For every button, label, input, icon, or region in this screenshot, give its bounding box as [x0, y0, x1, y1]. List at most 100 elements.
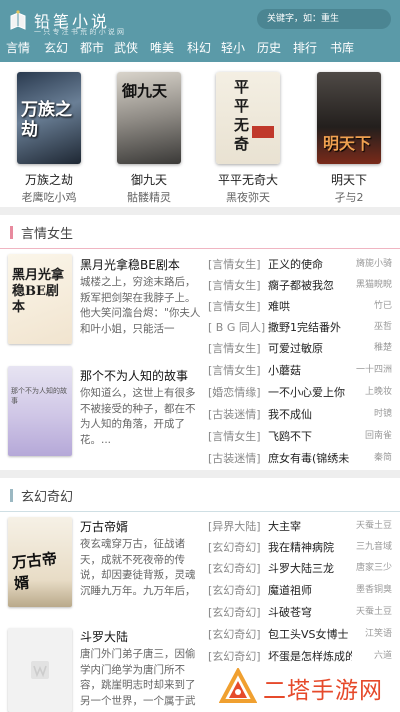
nav-item-urban[interactable]: 都市 — [80, 38, 104, 58]
list-item-tag: [古装迷情] — [208, 408, 261, 421]
list-item[interactable]: [玄幻奇幻] 包工头VS女博士 江笑语 — [208, 625, 394, 644]
cover-title: 那个不为人知的故事 — [11, 387, 67, 405]
book-title: 平平无奇大 — [217, 173, 278, 187]
book-title: 黑月光拿稳BE剧本 — [80, 258, 180, 272]
list-item-tag: [婚恋情缘] — [208, 386, 261, 399]
list-item-title: 正义的使命 — [268, 258, 323, 271]
nav-item-ranking[interactable]: 排行 — [293, 38, 317, 58]
list-item[interactable]: [玄幻奇幻] 魔道祖师 墨香铜臭 — [208, 581, 394, 600]
list-item-author: 巫哲 — [373, 322, 392, 332]
list-item-title: 一不小心爱上你 — [268, 386, 345, 399]
list-item-title: 难哄 — [268, 300, 290, 313]
cover-title: 万族之劫 — [21, 100, 72, 140]
book-title: 斗罗大陆 — [80, 630, 129, 644]
list-item[interactable]: [异界大陆] 大主宰 天蚕土豆 — [208, 517, 394, 536]
logo-subtitle: 一 只 专 注 书 荒 的 小 说 网 — [34, 28, 125, 36]
list-item-title: 包工头VS女博士 — [268, 628, 349, 641]
section-header-fantasy[interactable]: 玄幻奇幻 — [0, 478, 400, 512]
site-logo[interactable]: 铅笔小说 一 只 专 注 书 荒 的 小 说 网 — [8, 6, 128, 36]
list-item[interactable]: [言情女生] 正义的使命 旖旎小骑 — [208, 255, 394, 274]
list-item-author: 江笑语 — [364, 629, 392, 639]
book-placeholder-icon — [31, 661, 49, 679]
list-item[interactable]: [玄幻奇幻] 斗罗大陆三龙 唐家三少 — [208, 559, 394, 578]
book-title: 御九天 — [130, 173, 167, 187]
list-item-author: 天蚕土豆 — [355, 607, 392, 617]
book-description: 你知道么，这世上有很多不被接受的种子，都在不为人知的角落，开成了花。... — [80, 387, 196, 446]
book-cover-placeholder — [8, 628, 72, 712]
nav-item-library[interactable]: 书库 — [330, 38, 354, 58]
book-cover: 黑月光拿稳BE剧本 — [8, 254, 72, 344]
list-item-title: 我不成仙 — [268, 408, 312, 421]
book-cover: 明天下 — [317, 72, 381, 164]
cover-title: 黑月光拿稳BE剧本 — [12, 268, 65, 315]
list-item-title: 飞鸥不下 — [268, 430, 312, 443]
list-item-tag: [言情女生] — [208, 342, 261, 355]
list-item[interactable]: [言情女生] 小蘑菇 一十四洲 — [208, 361, 394, 380]
category-nav: 言情 玄幻 都市 武侠 唯美 科幻 轻小 历史 排行 书库 — [0, 38, 400, 58]
app-header: 铅笔小说 一 只 专 注 书 荒 的 小 说 网 关键字，如：重生 言情 玄幻 … — [0, 0, 400, 62]
nav-item-scifi[interactable]: 科幻 — [187, 38, 211, 58]
nav-item-fantasy[interactable]: 玄幻 — [44, 38, 68, 58]
list-item-author: 墨香铜臭 — [355, 585, 392, 595]
list-item-tag: [言情女生] — [208, 279, 261, 292]
list-item-tag: [言情女生] — [208, 300, 261, 313]
list-item-author: 时镜 — [373, 409, 392, 419]
search-input[interactable]: 关键字，如：重生 — [257, 9, 391, 29]
watermark-text: 二塔手游网 — [263, 678, 383, 704]
list-item[interactable]: [婚恋情缘] 一不小心爱上你 上晚妆 — [208, 383, 394, 402]
list-item-tag: [古装迷情] — [208, 452, 261, 465]
book-cover: 平平无奇 — [216, 72, 280, 164]
nav-item-light-novel[interactable]: 轻小 — [221, 38, 245, 58]
section-accent-bar — [10, 489, 13, 502]
nav-item-history[interactable]: 历史 — [257, 38, 281, 58]
book-title: 明天下 — [330, 173, 367, 187]
book-description: 唐门外门弟子唐三，因偷学内门绝学为唐门所不容，跳崖明志时却来到了另一个世界，一个… — [80, 648, 196, 707]
section-header-romance[interactable]: 言情女生 — [0, 215, 400, 249]
book-author: 老鹰吃小鸡 — [21, 191, 77, 204]
list-item-tag: [言情女生] — [208, 364, 261, 377]
cover-seal — [252, 126, 274, 138]
nav-item-wuxia[interactable]: 武侠 — [114, 38, 138, 58]
nav-item-romance[interactable]: 言情 — [6, 38, 30, 58]
nav-item-aesthetic[interactable]: 唯美 — [150, 38, 174, 58]
list-item-title: 小蘑菇 — [268, 364, 301, 377]
list-item[interactable]: [ B G 同人] 撒野1完结番外 巫哲 — [208, 318, 394, 337]
cover-title: 明天下 — [323, 134, 372, 153]
list-item[interactable]: [言情女生] 难哄 竹已 — [208, 297, 394, 316]
list-item-author: 一十四洲 — [355, 365, 392, 375]
list-item[interactable]: [言情女生] 可爱过敏原 稚楚 — [208, 339, 394, 358]
book-title: 万古帝婿 — [80, 520, 129, 534]
list-item[interactable]: [玄幻奇幻] 我在精神病院 三九音域 — [208, 538, 394, 557]
list-item-tag: [玄幻奇幻] — [208, 628, 261, 641]
list-item[interactable]: [言情女生] 瘸子都被我忽 黑猫睨睨 — [208, 276, 394, 295]
list-item-tag: [言情女生] — [208, 258, 261, 271]
book-title: 万族之劫 — [24, 173, 73, 187]
list-item-tag: [异界大陆] — [208, 520, 261, 533]
list-item[interactable]: [古装迷情] 我不成仙 时镜 — [208, 405, 394, 424]
list-item-tag: [玄幻奇幻] — [208, 541, 261, 554]
section-divider — [0, 470, 400, 478]
watermark-logo-icon — [219, 668, 257, 703]
section-title: 言情女生 — [21, 227, 74, 242]
list-item-title: 瘸子都被我忽 — [268, 279, 334, 292]
book-cover: 万族之劫 — [17, 72, 81, 164]
section-title: 玄幻奇幻 — [21, 490, 74, 505]
list-item-author: 旖旎小骑 — [355, 259, 392, 269]
list-item-title: 可爱过敏原 — [268, 342, 323, 355]
book-cover: 万古帝婿 — [8, 517, 72, 607]
list-item-author: 三九音域 — [355, 542, 392, 552]
cover-title: 平平无奇 — [234, 78, 250, 153]
book-author: 孑与2 — [334, 191, 364, 204]
list-item-title: 我在精神病院 — [268, 541, 334, 554]
list-item-tag: [玄幻奇幻] — [208, 606, 261, 619]
book-description: 夜玄魂穿万古，征战诸天，成就不死夜帝的传说，却因妻徒背叛，灵魂沉睡九万年。九万年… — [80, 538, 196, 597]
list-item[interactable]: [言情女生] 飞鸥不下 回南雀 — [208, 427, 394, 446]
list-item[interactable]: [玄幻奇幻] 斗破苍穹 天蚕土豆 — [208, 603, 394, 622]
book-author: 骷髅精灵 — [127, 191, 171, 204]
book-title: 那个不为人知的故事 — [80, 369, 189, 383]
section-accent-bar — [10, 226, 13, 239]
list-item-title: 撒野1完结番外 — [268, 321, 341, 334]
list-item-author: 唐家三少 — [355, 563, 392, 573]
book-cover: 御九天 — [117, 72, 181, 164]
list-item[interactable]: [古装迷情] 庶女有毒(锦绣未 秦简 — [208, 449, 394, 468]
